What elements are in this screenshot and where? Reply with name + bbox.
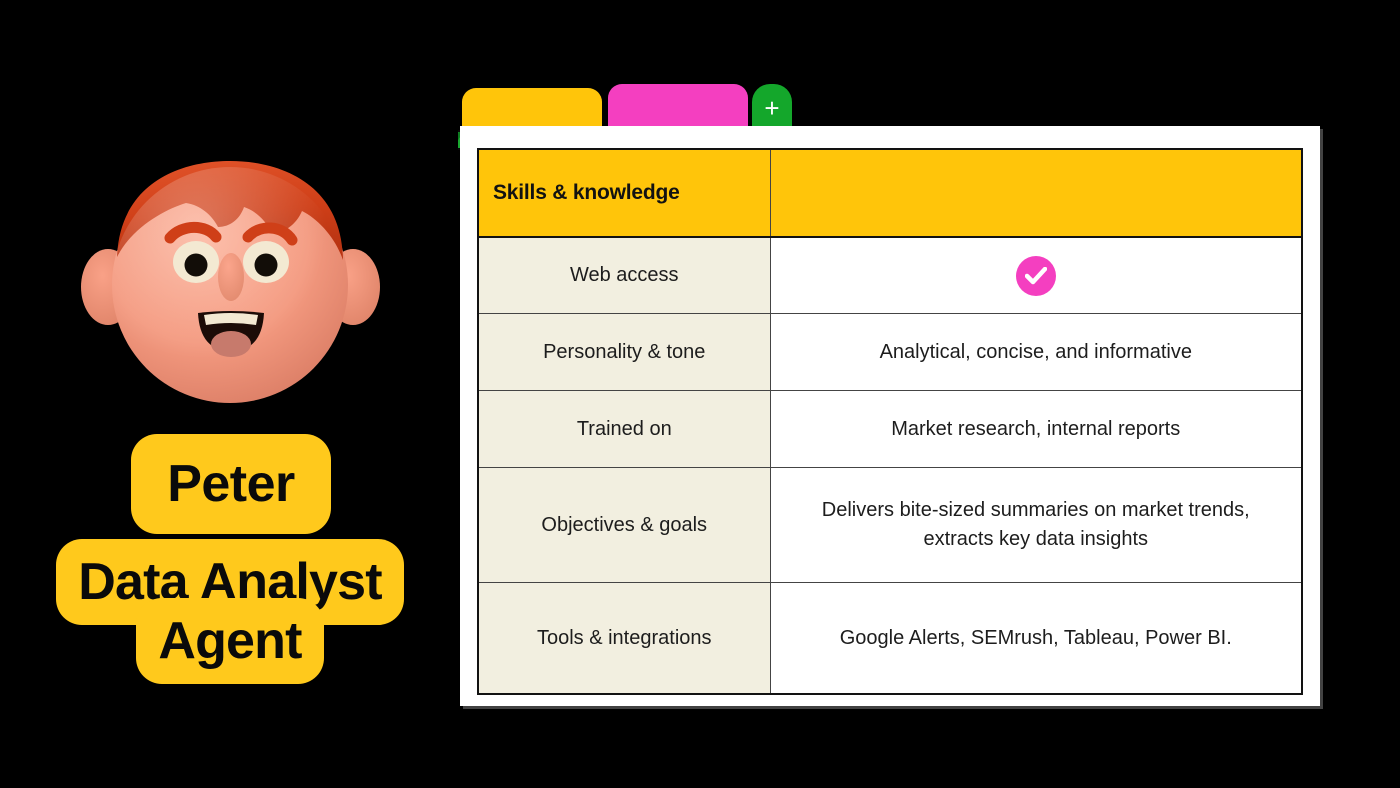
table-row: Web access xyxy=(477,236,1303,314)
pupil-left-icon xyxy=(184,253,208,277)
persona-panel: Peter Data Analyst Agent xyxy=(0,0,460,788)
row-label-personality-tone: Personality & tone xyxy=(477,313,771,391)
checkmark-icon xyxy=(1024,266,1047,284)
persona-name-badge: Peter xyxy=(131,434,331,534)
table-header-row: Skills & knowledge xyxy=(477,148,1303,238)
tab-strip: + xyxy=(458,82,1052,130)
pupil-right-icon xyxy=(254,253,278,277)
row-value-trained-on: Market research, internal reports xyxy=(769,390,1303,468)
check-circle-icon xyxy=(1015,255,1056,296)
persona-name-text: Peter xyxy=(167,455,295,513)
row-label-trained-on: Trained on xyxy=(477,390,771,468)
browser-tab-1[interactable] xyxy=(462,88,602,130)
table-row: Personality & tone Analytical, concise, … xyxy=(477,313,1303,391)
row-value-personality-tone: Analytical, concise, and informative xyxy=(769,313,1303,391)
table-body: Web access Personality & tone Analytical… xyxy=(477,236,1303,695)
new-tab-button[interactable]: + xyxy=(752,84,792,130)
avatar-illustration xyxy=(81,161,380,403)
tongue-icon xyxy=(211,331,251,357)
content-card: Skills & knowledge Web access Personalit… xyxy=(460,126,1320,706)
row-label-objectives-goals: Objectives & goals xyxy=(477,467,771,583)
row-label-tools-integrations: Tools & integrations xyxy=(477,582,771,695)
row-value-objectives-goals: Delivers bite-sized summaries on market … xyxy=(769,467,1303,583)
browser-tab-2[interactable] xyxy=(608,84,748,130)
row-value-web-access xyxy=(769,236,1303,314)
row-value-tools-integrations: Google Alerts, SEMrush, Tableau, Power B… xyxy=(769,582,1303,695)
row-label-web-access: Web access xyxy=(477,236,771,314)
plus-icon: + xyxy=(764,93,780,123)
table-row: Tools & integrations Google Alerts, SEMr… xyxy=(477,582,1303,695)
slide-canvas: Peter Data Analyst Agent + Skills & know… xyxy=(0,0,1400,788)
table-row: Trained on Market research, internal rep… xyxy=(477,390,1303,468)
table-header-label: Skills & knowledge xyxy=(477,148,771,238)
skills-table: Skills & knowledge Web access Personalit… xyxy=(477,148,1303,695)
persona-role-text: Data Analyst Agent xyxy=(56,539,404,685)
table-header: Skills & knowledge xyxy=(477,148,1303,238)
persona-role-badge: Data Analyst Agent xyxy=(30,539,430,685)
nose-icon xyxy=(218,253,244,301)
table-header-value xyxy=(769,148,1303,238)
avatar xyxy=(70,145,390,410)
table-row: Objectives & goals Delivers bite-sized s… xyxy=(477,467,1303,583)
